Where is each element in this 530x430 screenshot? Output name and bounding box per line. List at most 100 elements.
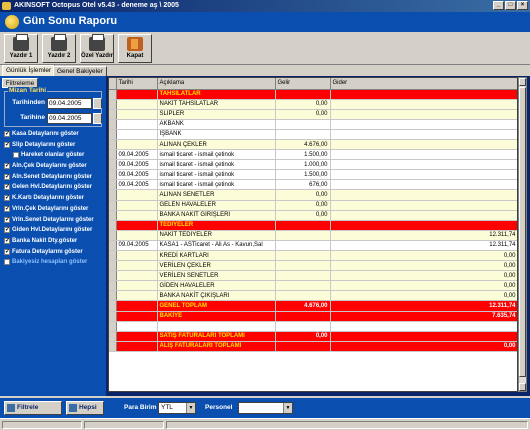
row-indicator[interactable] <box>109 250 117 262</box>
checkbox[interactable] <box>4 236 10 246</box>
row-indicator[interactable] <box>109 230 117 241</box>
filter-option[interactable]: Fatura Detaylarını göster <box>3 247 105 258</box>
from-date-input[interactable]: 09.04.2005 <box>47 98 92 109</box>
table-row[interactable]: AKBANK <box>109 119 517 130</box>
table-row[interactable]: 09.04.2005 ismail ticaret - ismail çetino… <box>109 159 517 171</box>
table-row[interactable]: VERİLEN SENETLER 0,00 <box>109 270 517 282</box>
table-row[interactable]: BANKA NAKİT GİRİŞLERİ 0,00 <box>109 210 517 221</box>
staff-select[interactable]: ▼ <box>238 402 293 414</box>
table-row[interactable]: BAKİYE 7.635,74 <box>109 311 517 322</box>
row-indicator[interactable] <box>109 220 117 231</box>
checkbox[interactable] <box>4 129 10 139</box>
grid-scrollbar[interactable] <box>518 77 527 392</box>
row-indicator[interactable] <box>109 129 117 140</box>
checkbox[interactable] <box>4 172 10 182</box>
report-grid[interactable]: Tarihi Açıklama Gelir Gider TAHSİLATLAR N… <box>108 77 518 392</box>
column-header-date[interactable]: Tarihi <box>116 78 158 90</box>
table-row[interactable]: VERİLEN ÇEKLER 0,00 <box>109 260 517 272</box>
row-indicator[interactable] <box>109 189 117 201</box>
table-row[interactable]: NAKİT TEDİYELER 12.311,74 <box>109 230 517 241</box>
row-indicator[interactable] <box>109 200 117 211</box>
filter-option[interactable]: Vrln.Senet Detaylarını göster <box>3 215 105 226</box>
checkbox[interactable] <box>4 259 10 266</box>
table-row[interactable]: 09.04.2005 ismail ticaret - ismail çetino… <box>109 149 517 161</box>
table-row[interactable]: 09.04.2005 ismail ticaret - ismail çetino… <box>109 169 517 181</box>
print2-button[interactable]: Yazdır 2 <box>42 34 76 63</box>
table-row[interactable]: SATIŞ FATURALARI TOPLAMI 0,00 <box>109 331 517 342</box>
calendar-icon[interactable] <box>93 113 102 124</box>
minimize-button[interactable]: _ <box>493 1 504 10</box>
scroll-down-button[interactable] <box>519 383 526 391</box>
row-indicator[interactable] <box>109 331 117 342</box>
row-indicator[interactable] <box>109 280 117 292</box>
column-header-expense[interactable]: Gider <box>330 78 517 90</box>
checkbox[interactable] <box>4 193 10 203</box>
calendar-icon[interactable] <box>93 98 102 109</box>
filter-option[interactable]: Banka Nakit Dty.göster <box>3 236 105 247</box>
row-indicator[interactable] <box>109 240 117 252</box>
filter-option[interactable]: Vrln.Çek Detaylarını göster <box>3 204 105 215</box>
checkbox[interactable] <box>4 140 10 150</box>
table-row[interactable]: ALIŞ FATURALARI TOPLAMI 0,00 <box>109 341 517 352</box>
column-header-income[interactable]: Gelir <box>275 78 331 90</box>
print1-button[interactable]: Yazdır 1 <box>4 34 38 63</box>
row-indicator[interactable] <box>109 300 117 312</box>
to-date-input[interactable]: 09.04.2005 <box>47 113 92 124</box>
close-button[interactable]: Kapat <box>118 34 152 63</box>
tab-daily[interactable]: Günlük İşlemler <box>2 65 56 76</box>
row-indicator[interactable] <box>109 311 117 322</box>
scroll-up-button[interactable] <box>519 78 526 86</box>
row-indicator[interactable] <box>109 159 117 171</box>
row-indicator[interactable] <box>109 169 117 181</box>
filter-option[interactable]: Giden Hvl.Detaylarını göster <box>3 225 105 236</box>
row-indicator[interactable] <box>109 179 117 191</box>
table-row[interactable]: BANKA NAKİT ÇIKIŞLARI 0,00 <box>109 290 517 302</box>
filter-option[interactable]: Aln.Senet Detaylarını göster <box>3 172 105 183</box>
filter-option[interactable]: Slip Detaylarını göster <box>3 140 105 151</box>
checkbox[interactable] <box>4 215 10 225</box>
row-indicator[interactable] <box>109 260 117 272</box>
table-row[interactable]: İŞBANK <box>109 129 517 140</box>
table-row[interactable]: SLİPLER 0,00 <box>109 109 517 120</box>
row-indicator[interactable] <box>109 109 117 120</box>
column-header-description[interactable]: Açıklama <box>157 78 276 90</box>
row-indicator[interactable] <box>109 321 117 332</box>
checkbox[interactable] <box>4 204 10 214</box>
table-row[interactable]: GİDEN HAVALELER 0,00 <box>109 280 517 292</box>
filter-button[interactable]: Filtrele <box>4 401 62 415</box>
checkbox[interactable] <box>4 225 10 235</box>
row-indicator[interactable] <box>109 210 117 221</box>
row-indicator[interactable] <box>109 89 117 100</box>
checkbox[interactable] <box>4 161 10 171</box>
maximize-button[interactable]: □ <box>505 1 516 10</box>
table-row[interactable]: TAHSİLATLAR <box>109 89 517 100</box>
table-row[interactable]: ALINAN ÇEKLER 4.676,00 <box>109 139 517 151</box>
row-indicator[interactable] <box>109 139 117 151</box>
row-indicator[interactable] <box>109 119 117 130</box>
scroll-thumb[interactable] <box>519 87 526 377</box>
filter-option[interactable]: Aln.Çek Detaylarını göster <box>3 161 105 172</box>
checkbox[interactable] <box>4 182 10 192</box>
table-row[interactable]: 09.04.2005 KASA1 - ASTicaret - Ali As - K… <box>109 240 517 252</box>
filter-option[interactable]: Hareket olanlar göster <box>3 150 105 161</box>
table-row[interactable]: NAKİT TAHSİLATLAR 0,00 <box>109 99 517 110</box>
row-indicator[interactable] <box>109 99 117 110</box>
filter-option[interactable]: K.Kartı Detaylarını göster <box>3 193 105 204</box>
currency-select[interactable]: YTL ▼ <box>158 402 196 414</box>
checkbox[interactable] <box>13 152 19 159</box>
table-row[interactable]: GELEN HAVALELER 0,00 <box>109 200 517 211</box>
table-row[interactable]: KREDİ KARTLARI 0,00 <box>109 250 517 262</box>
all-button[interactable]: Hepsi <box>66 401 104 415</box>
table-row[interactable]: TEDİYELER <box>109 220 517 231</box>
tab-balances[interactable]: Genel Bakiyeler <box>53 66 107 76</box>
table-row[interactable]: ALINAN SENETLER 0,00 <box>109 189 517 201</box>
table-row[interactable]: 09.04.2005 ismail ticaret - ismail çetino… <box>109 179 517 191</box>
filter-option[interactable]: Bakiyesiz hesapları göster <box>3 257 105 268</box>
row-indicator[interactable] <box>109 270 117 282</box>
filter-option[interactable]: Kasa Detaylarını göster <box>3 129 105 140</box>
checkbox[interactable] <box>4 247 10 257</box>
row-indicator[interactable] <box>109 341 117 352</box>
row-indicator[interactable] <box>109 290 117 302</box>
custom-print-button[interactable]: Özel Yazdır <box>80 34 114 63</box>
filter-option[interactable]: Gelen Hvl.Detaylarını göster <box>3 182 105 193</box>
